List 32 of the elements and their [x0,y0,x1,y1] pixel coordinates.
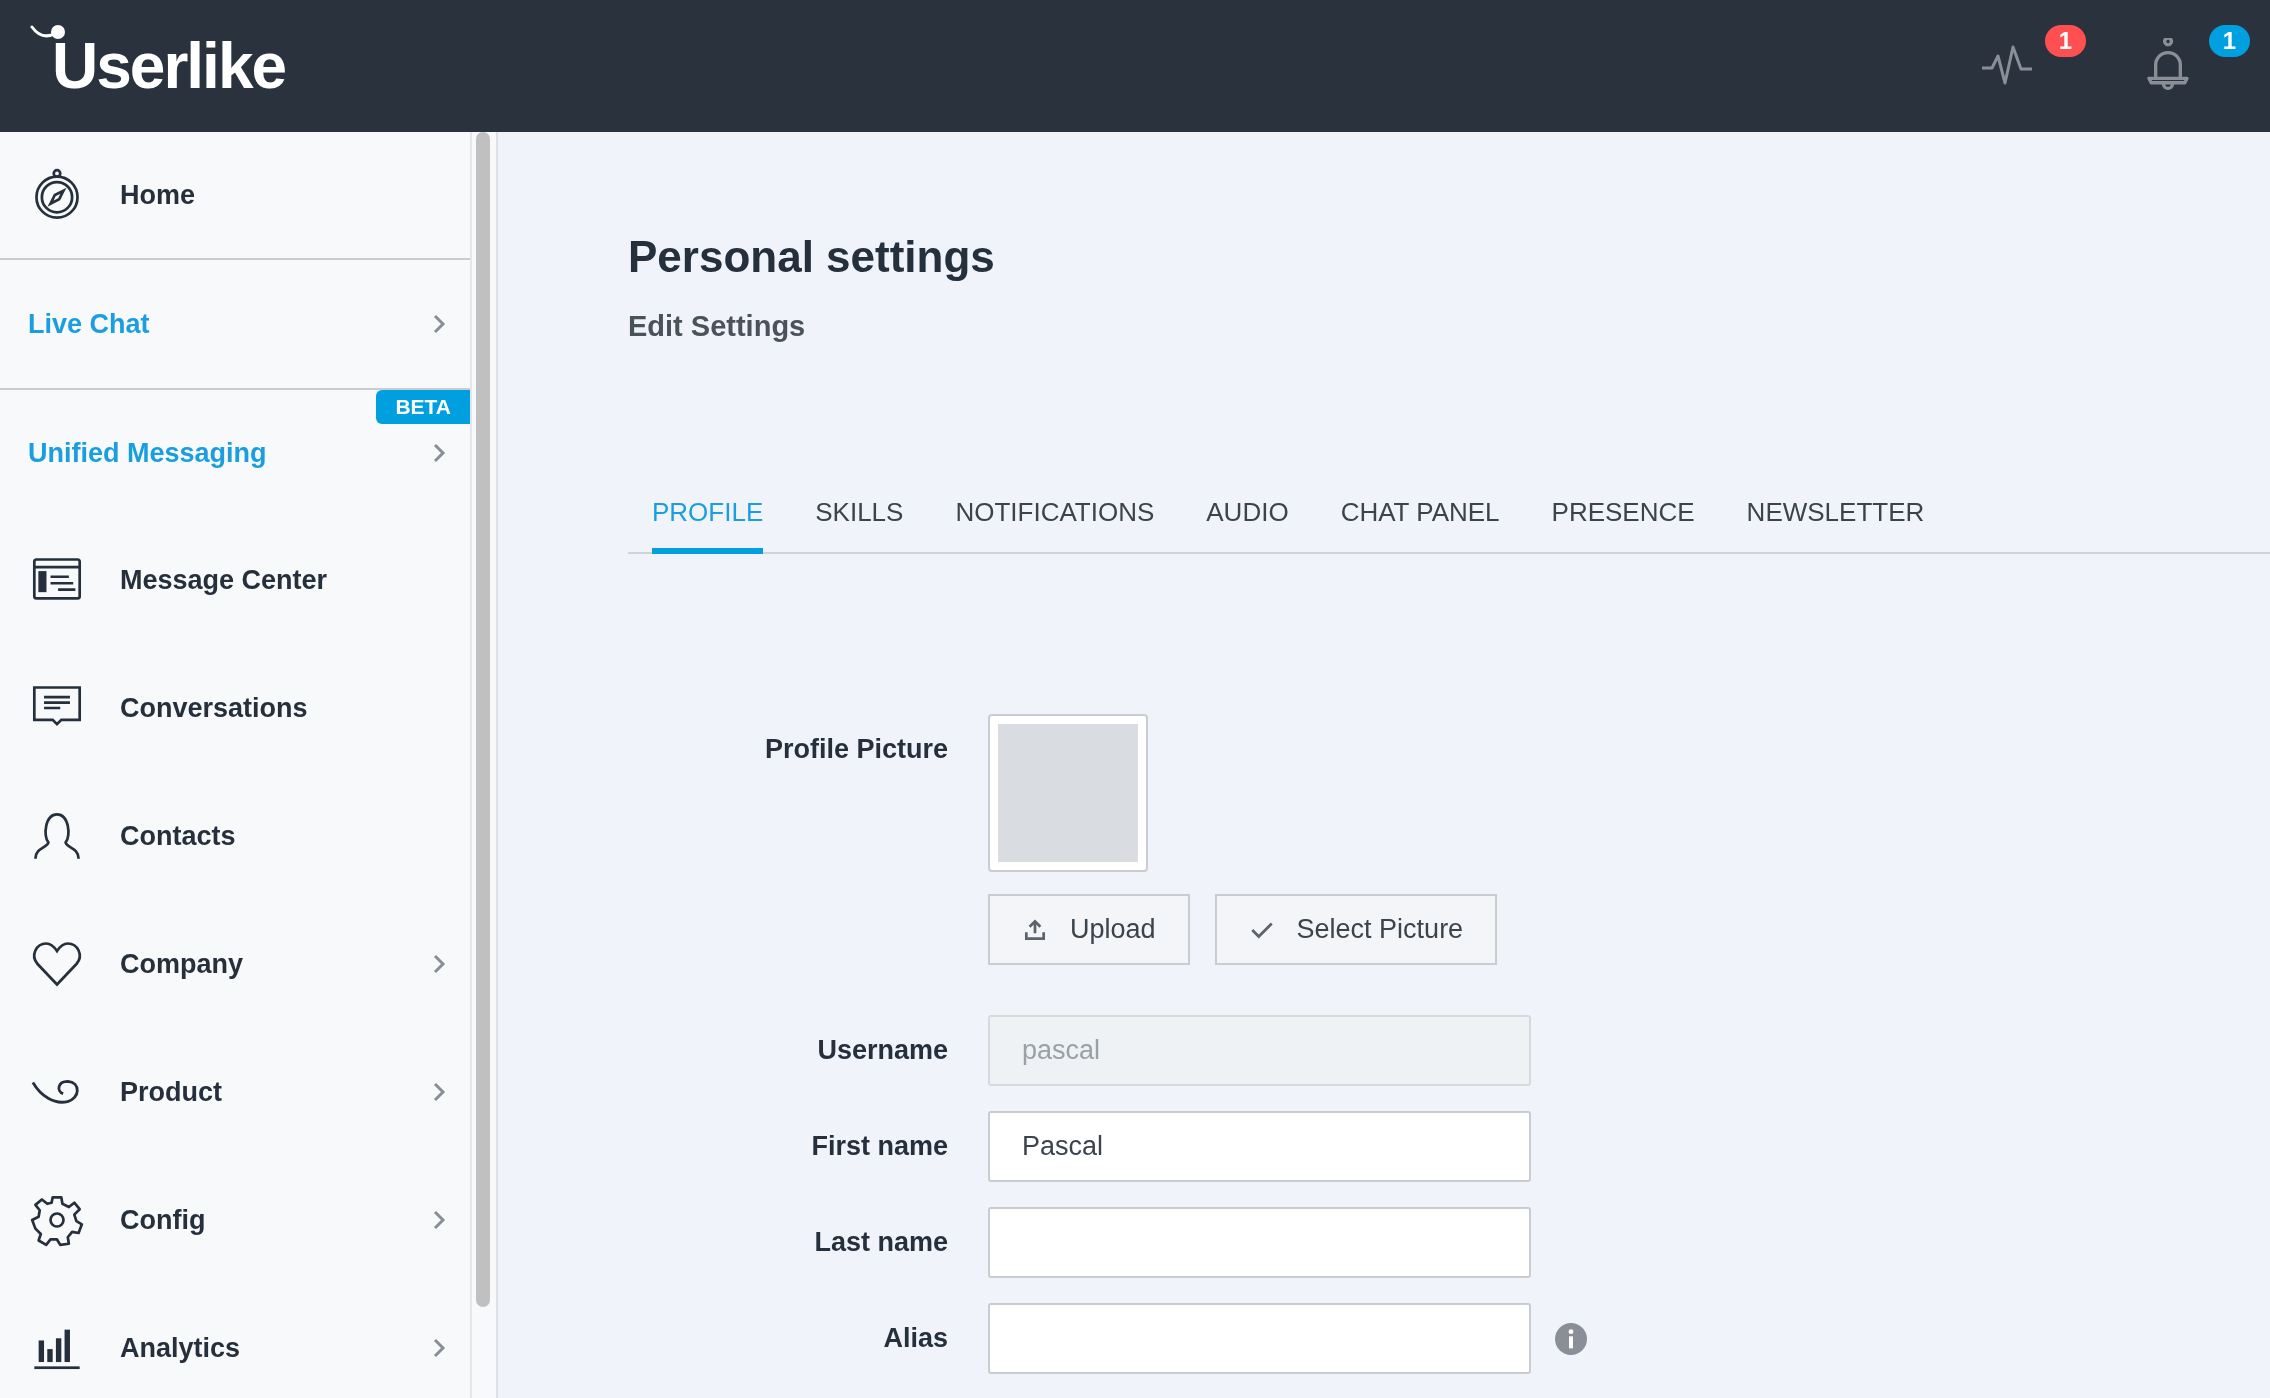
field-label: Username [816,1035,948,1066]
page-subtitle: Edit Settings [628,310,807,343]
settings-tab[interactable]: PRESENCE [1551,491,1695,554]
notification-count-badge: 1 [2044,25,2086,57]
upload-button[interactable]: Upload [988,894,1190,965]
info-icon[interactable] [1555,1322,1587,1355]
settings-tab[interactable]: NEWSLETTER [1746,491,1925,554]
sidebar-item[interactable]: Product [0,1028,470,1156]
sidebar-item[interactable]: Message Center [0,516,470,644]
settings-tab[interactable]: NOTIFICATIONS [955,491,1155,554]
settings-tab[interactable]: SKILLS [815,491,904,554]
sidebar-item[interactable]: Contacts [0,772,470,900]
sidebar-item[interactable]: Conversations [0,644,470,772]
page-title: Personal settings [628,232,996,282]
field-label: Last name [813,1227,948,1258]
text-input-field[interactable] [988,1303,1531,1374]
sidebar-item[interactable]: Config [0,1156,470,1284]
text-input-field[interactable]: Pascal [988,1111,1531,1182]
field-label: Profile Picture [763,734,948,765]
sidebar-item[interactable]: Company [0,900,470,1028]
sidebar-item[interactable]: Analytics [0,1284,470,1398]
field-label: Alias [882,1323,948,1354]
notification-count-badge: 1 [2208,25,2250,57]
scrollbar-thumb[interactable] [476,132,490,1307]
beta-badge: BETA [376,390,470,424]
sidebar-item[interactable]: Home [0,132,470,260]
settings-tab[interactable]: AUDIO [1206,491,1289,554]
text-input-field[interactable] [988,1207,1531,1278]
field-label: First name [810,1131,948,1162]
settings-tab[interactable]: CHAT PANEL [1340,491,1500,554]
gear-icon [30,1193,84,1247]
select-picture-button[interactable]: Select Picture [1214,894,1498,965]
